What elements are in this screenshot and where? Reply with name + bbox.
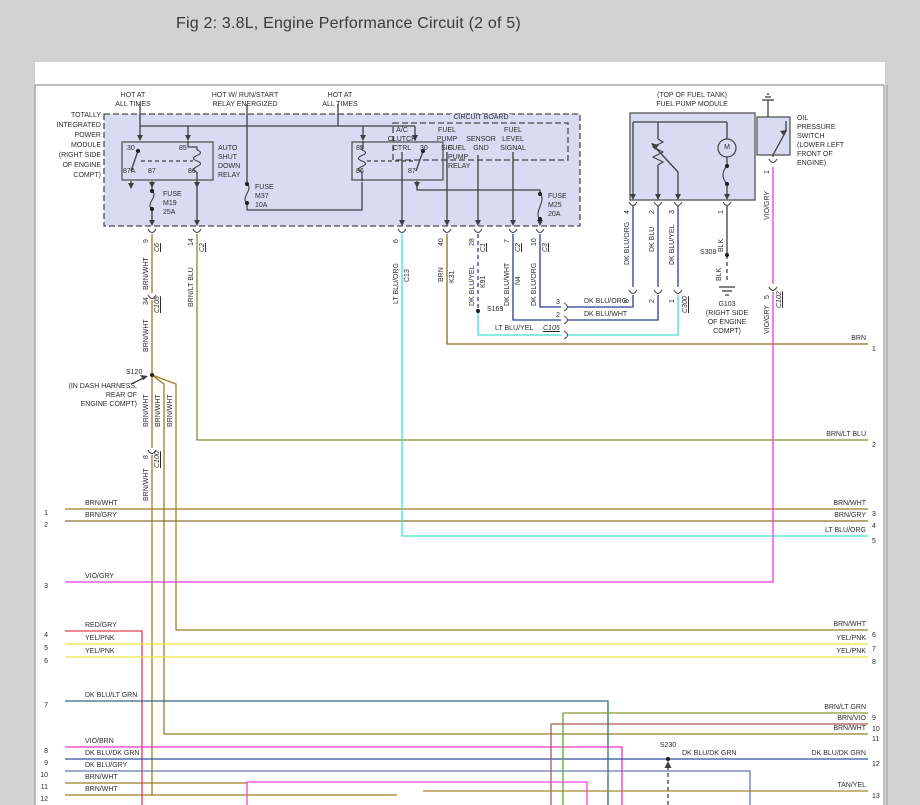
- junction-dot: [538, 192, 542, 196]
- junction-dot: [136, 149, 140, 153]
- component-box: [104, 114, 580, 226]
- component-box: [630, 113, 755, 200]
- junction-dot: [245, 201, 249, 205]
- junction-dot: [666, 757, 670, 761]
- junction-dot: [150, 207, 154, 211]
- junction-dot: [725, 164, 729, 168]
- motor-symbol: [718, 139, 736, 157]
- junction-dot: [150, 189, 154, 193]
- wiring-diagram-canvas: [0, 0, 920, 805]
- junction-dot: [245, 182, 249, 186]
- wiring-diagram-page: Fig 2: 3.8L, Engine Performance Circuit …: [0, 0, 920, 805]
- junction-dot: [421, 149, 425, 153]
- junction-dot: [725, 253, 729, 257]
- junction-dot: [538, 217, 542, 221]
- junction-dot: [476, 309, 480, 313]
- component-box: [757, 117, 790, 155]
- junction-dot: [150, 373, 154, 377]
- junction-dot: [725, 182, 729, 186]
